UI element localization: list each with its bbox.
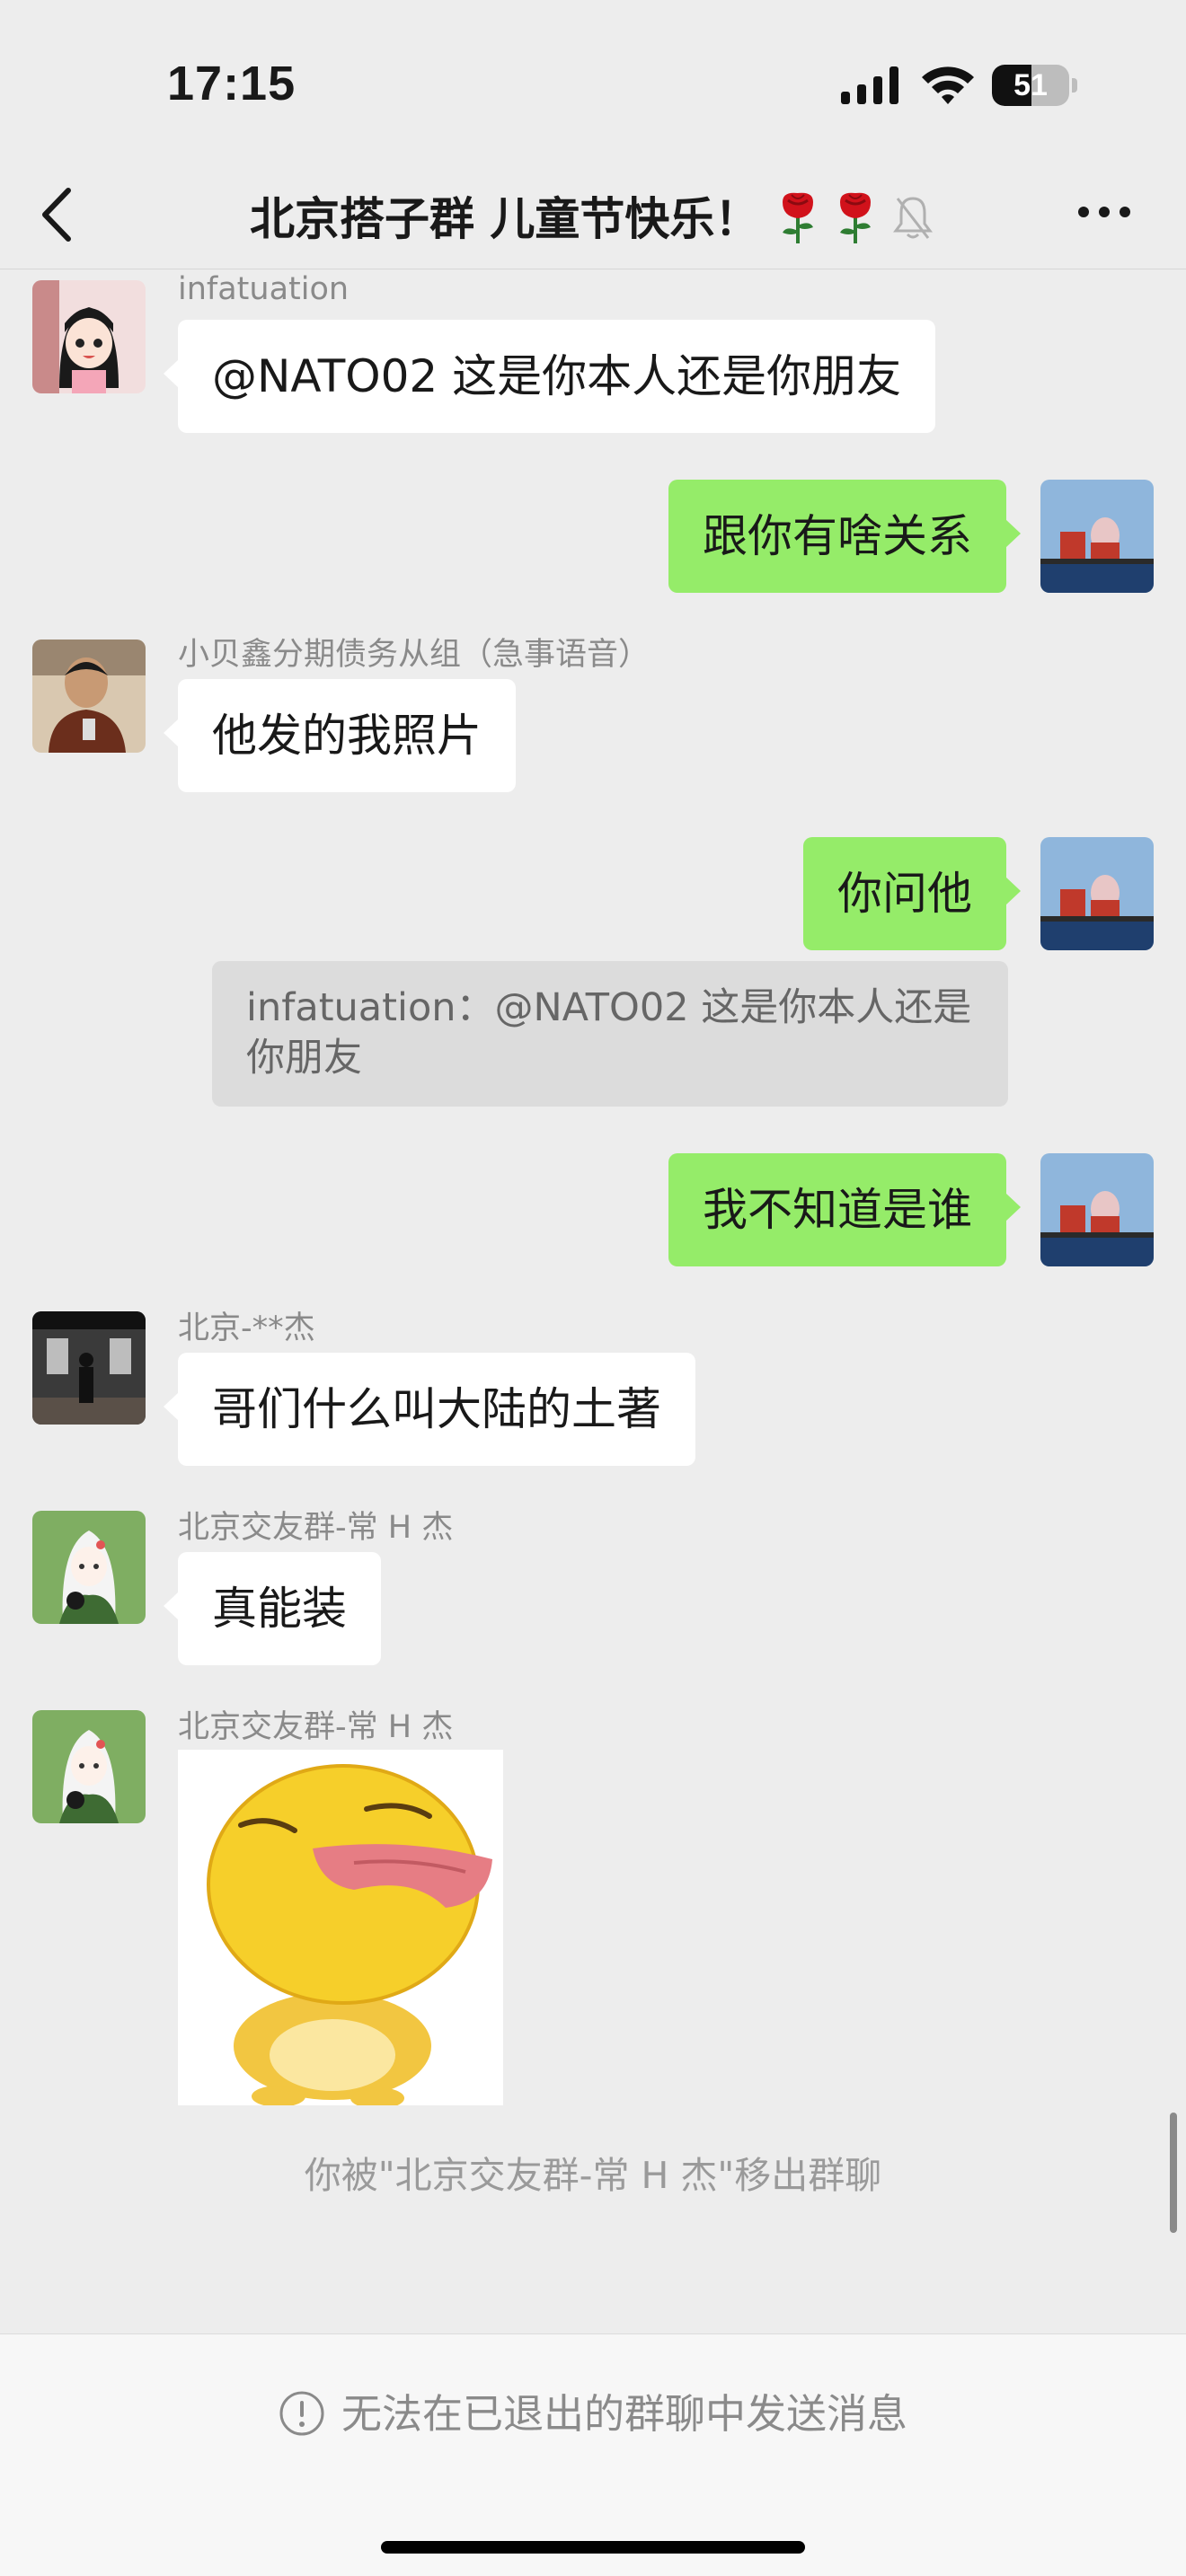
wifi-icon	[922, 66, 974, 104]
rose-icon	[840, 192, 872, 243]
message-bubble[interactable]: 跟你有啥关系	[668, 480, 1021, 593]
message-bubble[interactable]: 他发的我照片	[164, 679, 516, 792]
avatar[interactable]	[1040, 480, 1154, 593]
mute-icon	[893, 197, 934, 239]
avatar[interactable]	[32, 1311, 146, 1425]
home-indicator[interactable]	[381, 2541, 805, 2554]
message-bubble[interactable]: @NATO02 这是你本人还是你朋友	[163, 320, 936, 433]
message-bubble[interactable]: 真能装	[164, 1552, 381, 1665]
status-time: 17:15	[167, 57, 296, 110]
scrollbar[interactable]	[1170, 2113, 1177, 2233]
cannot-send-notice: 无法在已退出的群聊中发送消息	[0, 2381, 1186, 2439]
quoted-message[interactable]: infatuation：@NATO02 这是你本人还是你朋友	[212, 961, 1008, 1107]
input-footer: 无法在已退出的群聊中发送消息	[0, 2333, 1186, 2576]
chat-title-text: 北京搭子群 儿童节快乐！	[250, 193, 760, 245]
sender-name: 北京-**杰	[178, 1310, 315, 1346]
info-icon	[279, 2391, 324, 2436]
back-icon[interactable]	[40, 185, 75, 244]
rose-icon	[783, 192, 814, 243]
avatar[interactable]	[32, 1710, 146, 1823]
avatar[interactable]	[32, 640, 146, 753]
battery-indicator: 51	[992, 65, 1077, 106]
sender-name: 北京交友群-常 H 杰	[178, 1510, 454, 1546]
sender-name: infatuation	[178, 271, 350, 307]
avatar[interactable]	[32, 1511, 146, 1624]
system-message: 你被"北京交友群-常 H 杰"移出群聊	[304, 2154, 882, 2197]
more-icon[interactable]	[1076, 203, 1132, 221]
sender-name: 北京交友群-常 H 杰	[178, 1709, 454, 1745]
nav-bar: 北京搭子群 儿童节快乐！	[0, 162, 1186, 269]
sender-name: 小贝鑫分期债务从组（急事语音）	[178, 637, 651, 673]
avatar[interactable]	[1040, 837, 1154, 950]
message-bubble[interactable]: 你问他	[803, 837, 1021, 950]
status-bar: 17:15 51	[0, 0, 1186, 162]
message-bubble[interactable]: 哥们什么叫大陆的土著	[164, 1353, 695, 1466]
chat-title[interactable]: 北京搭子群 儿童节快乐！	[250, 183, 934, 248]
avatar[interactable]	[1040, 1153, 1154, 1266]
notice-text: 无法在已退出的群聊中发送消息	[341, 2390, 907, 2438]
sticker-image[interactable]	[178, 1750, 503, 2105]
battery-level: 51	[1013, 68, 1048, 102]
message-bubble[interactable]: 我不知道是谁	[668, 1153, 1021, 1266]
signal-icon	[841, 66, 898, 104]
avatar[interactable]	[32, 280, 146, 393]
